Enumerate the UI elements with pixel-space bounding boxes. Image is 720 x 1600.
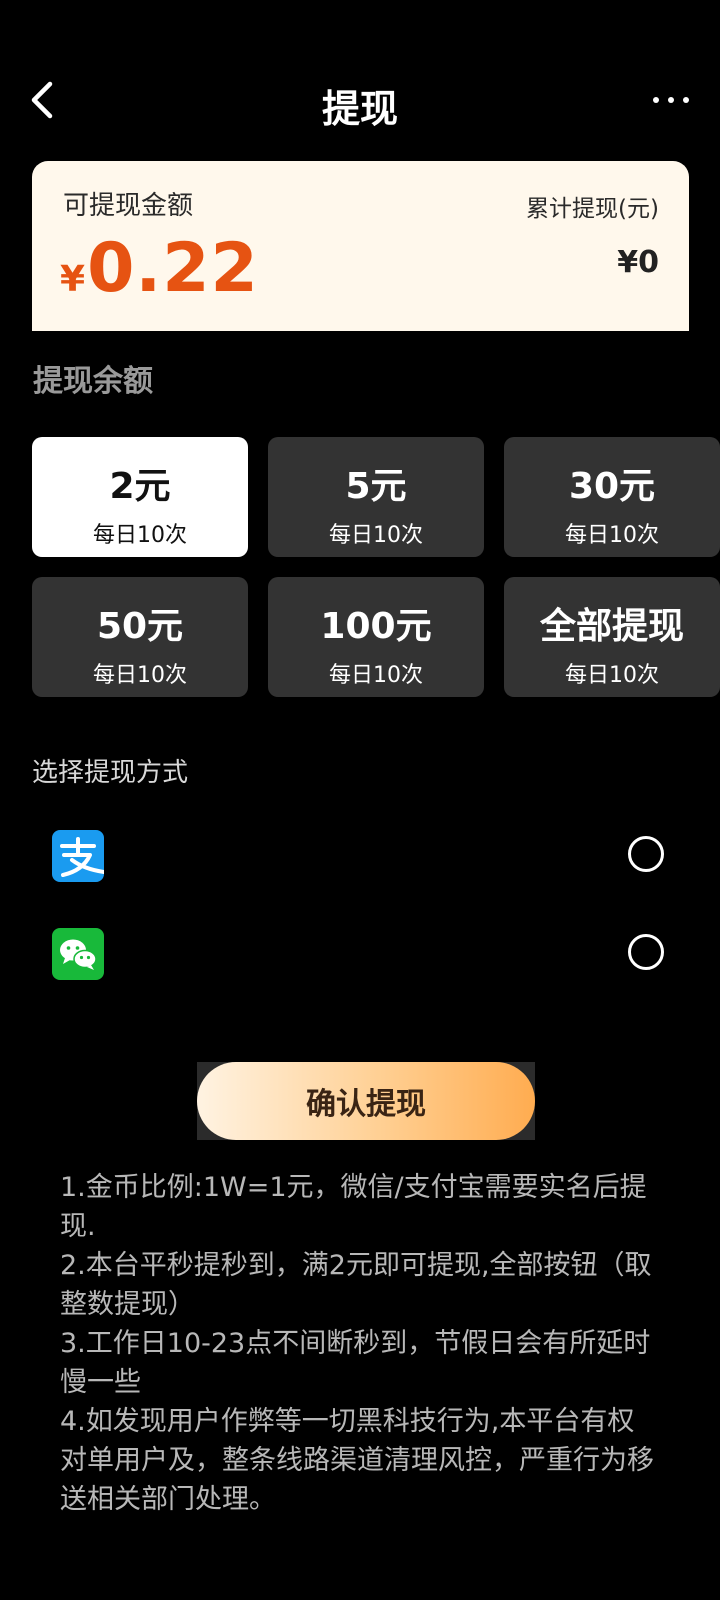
method-alipay[interactable] [0, 830, 720, 910]
option-amount: 全部提现 [539, 606, 684, 647]
option-amount: 30元 [568, 466, 656, 507]
option-amount: 2元 [109, 466, 171, 507]
amount-option-50[interactable]: 50元 每日10次 [32, 577, 248, 697]
wechat-radio[interactable] [628, 934, 664, 970]
option-limit: 每日10次 [565, 523, 659, 548]
alipay-icon [52, 830, 106, 882]
amount-option-30[interactable]: 30元 每日10次 [504, 437, 720, 557]
withdraw-notes: 1.金币比例:1W=1元，微信/支付宝需要实名后提现. 2.本台平秒提秒到，满2… [60, 1168, 660, 1519]
alipay-radio[interactable] [628, 836, 664, 872]
more-button[interactable] [648, 80, 694, 120]
option-limit: 每日10次 [329, 663, 423, 688]
option-limit: 每日10次 [565, 663, 659, 688]
confirm-withdraw-button[interactable]: 确认提现 [197, 1062, 535, 1140]
cumulative-label: 累计提现(元) [526, 196, 659, 222]
cumulative-value: ¥0 [617, 245, 659, 280]
option-limit: 每日10次 [93, 663, 187, 688]
balance-value: 0.22 [87, 229, 259, 308]
top-bar: 提现 [0, 60, 720, 140]
balance-label: 可提现金额 [63, 191, 194, 221]
option-limit: 每日10次 [329, 523, 423, 548]
currency-symbol: ¥ [60, 259, 86, 300]
note-item: 3.工作日10-23点不间断秒到，节假日会有所延时慢一些 [60, 1328, 651, 1398]
note-item: 1.金币比例:1W=1元，微信/支付宝需要实名后提现. [60, 1172, 647, 1242]
balance-card: 可提现金额 ¥ 0.22 累计提现(元) ¥0 [32, 161, 689, 331]
option-limit: 每日10次 [93, 523, 187, 548]
amount-option-5[interactable]: 5元 每日10次 [268, 437, 484, 557]
amount-section-title: 提现余额 [33, 364, 153, 399]
amount-option-100[interactable]: 100元 每日10次 [268, 577, 484, 697]
amount-option-all[interactable]: 全部提现 每日10次 [504, 577, 720, 697]
wechat-icon [52, 928, 104, 980]
page-title: 提现 [321, 87, 398, 131]
method-wechat[interactable] [0, 928, 720, 1008]
option-amount: 5元 [345, 466, 407, 507]
balance-amount: ¥ 0.22 [60, 229, 259, 308]
note-item: 2.本台平秒提秒到，满2元即可提现,全部按钮（取整数提现） [60, 1250, 652, 1320]
more-icon [653, 97, 689, 103]
method-section-title: 选择提现方式 [32, 758, 189, 788]
note-item: 4.如发现用户作弊等一切黑科技行为,本平台有权对单用户及，整条线路渠道清理风控，… [60, 1406, 654, 1515]
option-amount: 100元 [320, 606, 432, 647]
option-amount: 50元 [96, 606, 184, 647]
amount-option-2[interactable]: 2元 每日10次 [32, 437, 248, 557]
confirm-button-frame: 确认提现 [197, 1062, 535, 1140]
